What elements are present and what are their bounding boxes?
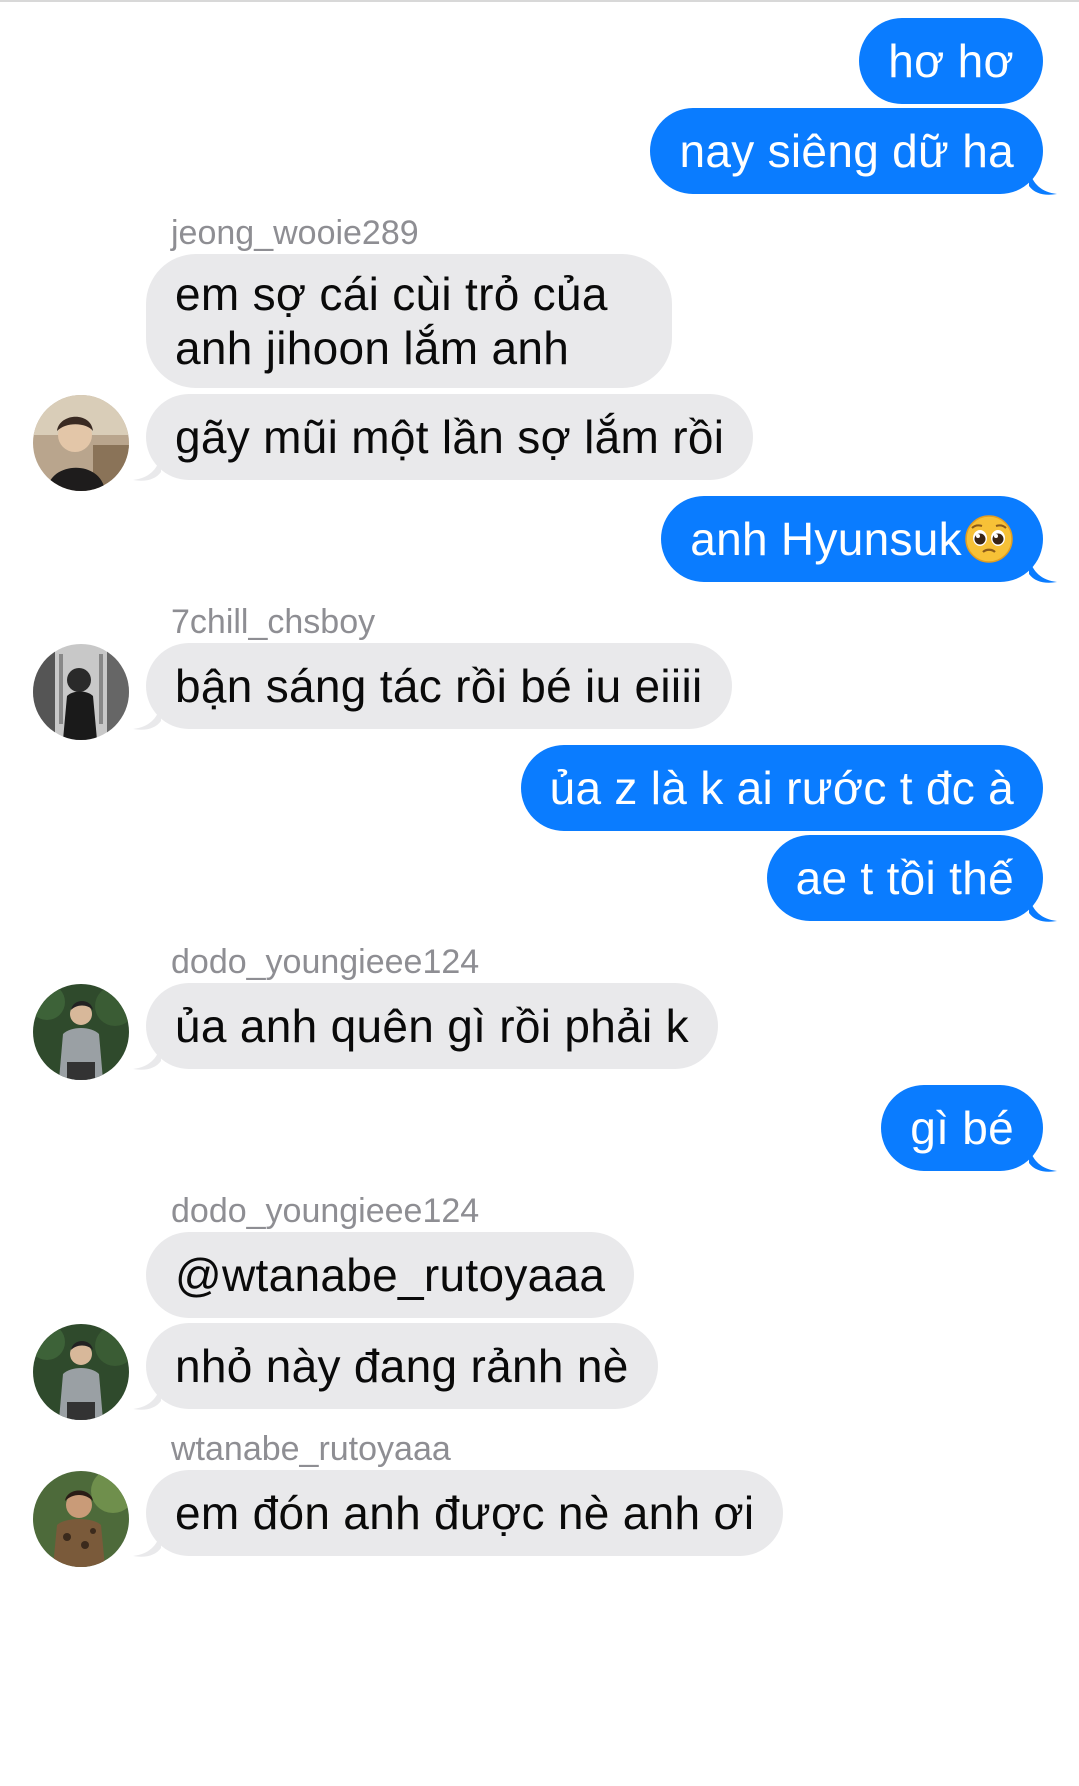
outgoing-message[interactable]: gì bé bbox=[881, 1085, 1043, 1171]
user-photo-avatar-icon bbox=[33, 1471, 129, 1567]
sender-name: wtanabe_rutoyaaa bbox=[171, 1430, 451, 1468]
user-photo-avatar-icon bbox=[33, 984, 129, 1080]
bubble-tail-icon bbox=[1029, 1147, 1057, 1172]
sender-name: 7chill_chsboy bbox=[171, 603, 376, 641]
user-photo-avatar-icon bbox=[33, 395, 129, 491]
incoming-message[interactable]: em sợ cái cùi trỏ của anh jihoon lắm anh bbox=[146, 254, 672, 388]
avatar[interactable] bbox=[33, 1471, 129, 1567]
sender-name: dodo_youngieee124 bbox=[171, 943, 480, 981]
bubble-tail-icon bbox=[133, 456, 161, 481]
user-photo-avatar-icon bbox=[33, 644, 129, 740]
incoming-message[interactable]: @wtanabe_rutoyaaa bbox=[146, 1232, 635, 1318]
outgoing-message[interactable]: ủa z là k ai rước t đc à bbox=[520, 745, 1043, 831]
bubble-tail-icon bbox=[1029, 170, 1057, 195]
avatar[interactable] bbox=[33, 1324, 129, 1420]
incoming-message[interactable]: nhỏ này đang rảnh nè bbox=[146, 1323, 658, 1409]
avatar[interactable] bbox=[33, 984, 129, 1080]
outgoing-message[interactable]: nay siêng dữ ha bbox=[650, 108, 1043, 194]
user-photo-avatar-icon bbox=[33, 1324, 129, 1420]
incoming-message[interactable]: em đón anh được nè anh ơi bbox=[146, 1470, 784, 1556]
bubble-tail-icon bbox=[133, 1385, 161, 1410]
incoming-message[interactable]: bận sáng tác rồi bé iu eiiii bbox=[146, 643, 732, 729]
bubble-tail-icon bbox=[133, 1045, 161, 1070]
incoming-message[interactable]: ủa anh quên gì rồi phải k bbox=[146, 983, 718, 1069]
pleading-face-emoji-icon bbox=[965, 515, 1013, 563]
bubble-tail-icon bbox=[133, 1532, 161, 1557]
bubble-tail-icon bbox=[1029, 897, 1057, 922]
sender-name: dodo_youngieee124 bbox=[171, 1192, 480, 1230]
avatar[interactable] bbox=[33, 644, 129, 740]
incoming-message[interactable]: gãy mũi một lần sợ lắm rồi bbox=[146, 394, 754, 480]
bubble-tail-icon bbox=[133, 705, 161, 730]
outgoing-message[interactable]: anh Hyunsuk bbox=[661, 496, 1043, 582]
avatar[interactable] bbox=[33, 395, 129, 491]
outgoing-message[interactable]: ae t tồi thế bbox=[766, 835, 1043, 921]
outgoing-message[interactable]: hơ hơ bbox=[859, 18, 1043, 104]
message-text: anh Hyunsuk bbox=[690, 513, 962, 565]
top-divider bbox=[0, 0, 1079, 2]
sender-name: jeong_wooie289 bbox=[171, 214, 419, 252]
bubble-tail-icon bbox=[1029, 558, 1057, 583]
